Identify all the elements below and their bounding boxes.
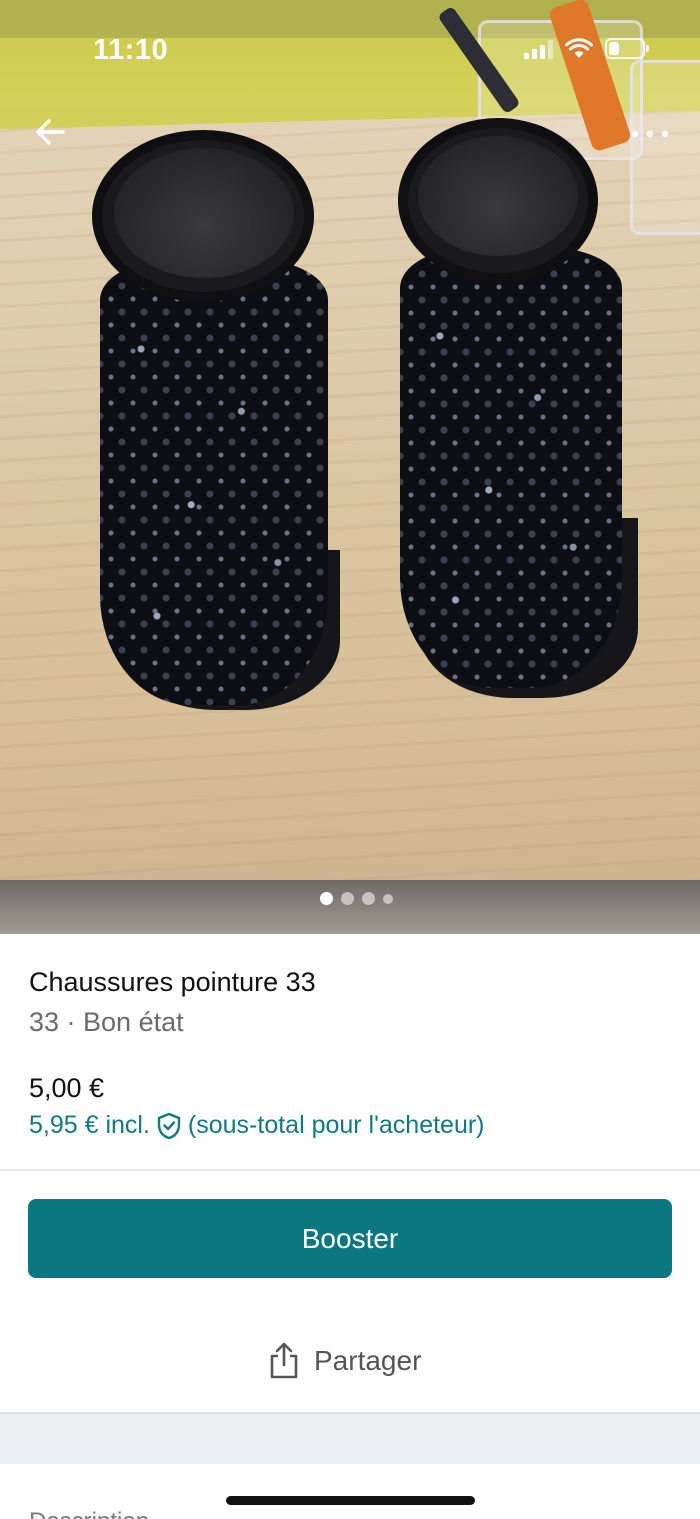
pagination-dot-active[interactable] <box>320 892 333 905</box>
share-icon <box>270 1342 298 1379</box>
cellular-signal-icon <box>524 39 553 59</box>
wifi-icon <box>565 38 593 58</box>
description-card: Description <box>0 1464 700 1519</box>
pagination-dot[interactable] <box>362 892 375 905</box>
back-button[interactable] <box>30 114 70 150</box>
share-button[interactable]: Partager <box>268 1338 421 1384</box>
share-label: Partager <box>314 1345 422 1376</box>
booster-button[interactable]: Booster <box>28 1199 672 1278</box>
item-photo[interactable]: 11:10 <box>0 0 700 934</box>
item-price: 5,00 € <box>29 1073 105 1103</box>
pagination-dot[interactable] <box>341 892 354 905</box>
shield-check-icon <box>157 1112 181 1139</box>
item-size-condition: 33 · Bon état <box>29 1007 184 1037</box>
home-indicator[interactable] <box>226 1496 475 1505</box>
description-label: Description <box>29 1508 149 1519</box>
photo-background-floor <box>0 880 700 934</box>
price-incl-value: 5,95 € incl. <box>29 1111 150 1139</box>
pagination-dot[interactable] <box>383 893 393 904</box>
price-incl-note: (sous-total pour l'acheteur) <box>187 1111 485 1139</box>
item-title: Chaussures pointure 33 <box>29 967 316 997</box>
gallery-pagination <box>320 892 393 905</box>
item-info-section: Chaussures pointure 33 33 · Bon état 5,0… <box>0 934 700 1170</box>
divider <box>0 1169 700 1171</box>
battery-icon <box>605 38 649 59</box>
more-horizontal-icon <box>631 130 669 138</box>
more-options-button[interactable] <box>626 118 674 150</box>
arrow-left-icon <box>36 119 65 145</box>
status-icons <box>524 38 649 59</box>
status-time: 11:10 <box>93 34 169 66</box>
buyer-protection-price-link[interactable]: 5,95 € incl. (sous-total pour l'acheteur… <box>29 1111 485 1140</box>
section-spacer <box>0 1414 700 1464</box>
